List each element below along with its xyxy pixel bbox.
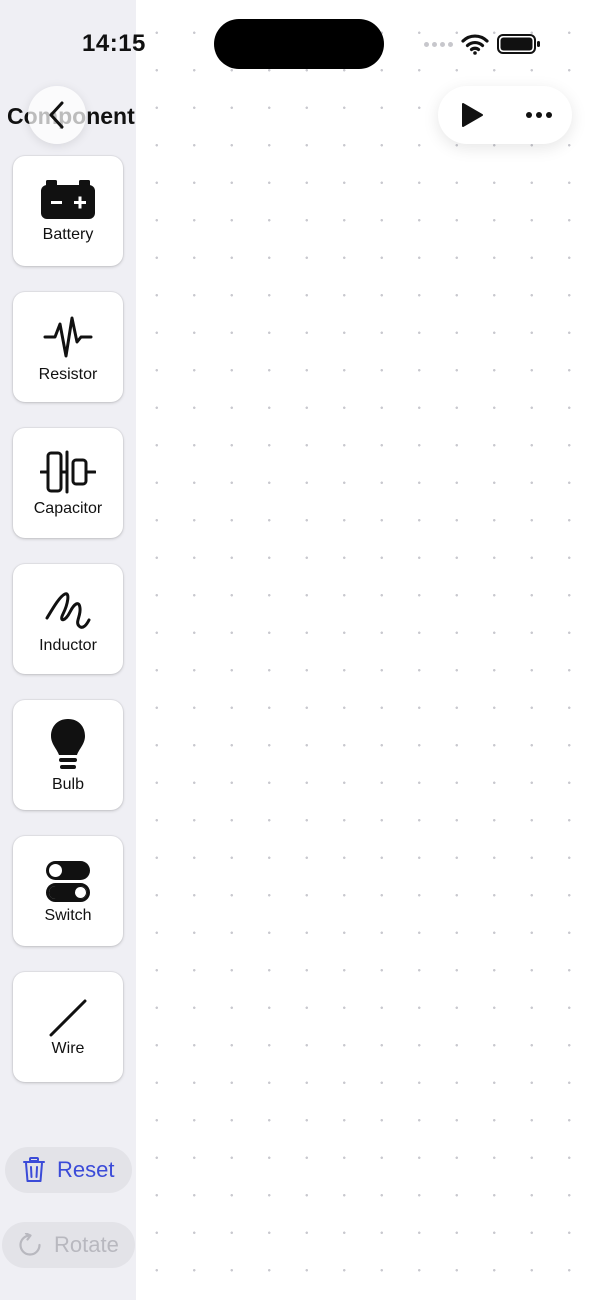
status-time: 14:15 (82, 30, 146, 57)
switch-icon (13, 860, 123, 904)
component-label: Resistor (38, 366, 98, 383)
component-label: Battery (42, 226, 94, 243)
component-switch[interactable]: Switch (13, 836, 123, 946)
back-button[interactable] (28, 86, 86, 144)
play-icon (460, 102, 484, 128)
reset-label: Reset (57, 1157, 115, 1182)
component-wire[interactable]: Wire (13, 972, 123, 1082)
dynamic-island (214, 19, 384, 69)
inductor-icon (13, 586, 123, 632)
play-button[interactable] (448, 91, 496, 139)
ellipsis-icon (525, 111, 553, 119)
circuit-canvas[interactable] (136, 0, 598, 1300)
component-label: Capacitor (33, 500, 103, 517)
component-battery[interactable]: Battery (13, 156, 123, 266)
component-label: Wire (51, 1040, 85, 1057)
reset-button[interactable]: Reset (5, 1147, 132, 1193)
canvas-toolbar (438, 86, 572, 144)
capacitor-icon (13, 450, 123, 494)
resistor-icon (13, 312, 123, 362)
component-sidebar: Battery Resistor Capacitor Inductor Bulb… (0, 0, 136, 1300)
app-screen: Battery Resistor Capacitor Inductor Bulb… (0, 0, 598, 1300)
component-label: Inductor (39, 637, 97, 654)
more-button[interactable] (515, 91, 563, 139)
battery-icon (13, 180, 123, 220)
lightbulb-icon (13, 718, 123, 772)
component-label: Bulb (51, 776, 85, 793)
component-inductor[interactable]: Inductor (13, 564, 123, 674)
wire-icon (13, 998, 123, 1038)
status-icons (424, 30, 541, 58)
rotate-button[interactable]: Rotate (2, 1222, 135, 1268)
battery-icon (497, 33, 541, 55)
wifi-icon (461, 33, 489, 55)
component-bulb[interactable]: Bulb (13, 700, 123, 810)
trash-icon (23, 1157, 45, 1183)
component-label: Switch (44, 907, 92, 924)
rotate-icon (18, 1233, 42, 1257)
chevron-left-icon (47, 101, 67, 129)
rotate-label: Rotate (54, 1232, 119, 1257)
component-resistor[interactable]: Resistor (13, 292, 123, 402)
signal-dots-icon (424, 41, 453, 47)
component-capacitor[interactable]: Capacitor (13, 428, 123, 538)
